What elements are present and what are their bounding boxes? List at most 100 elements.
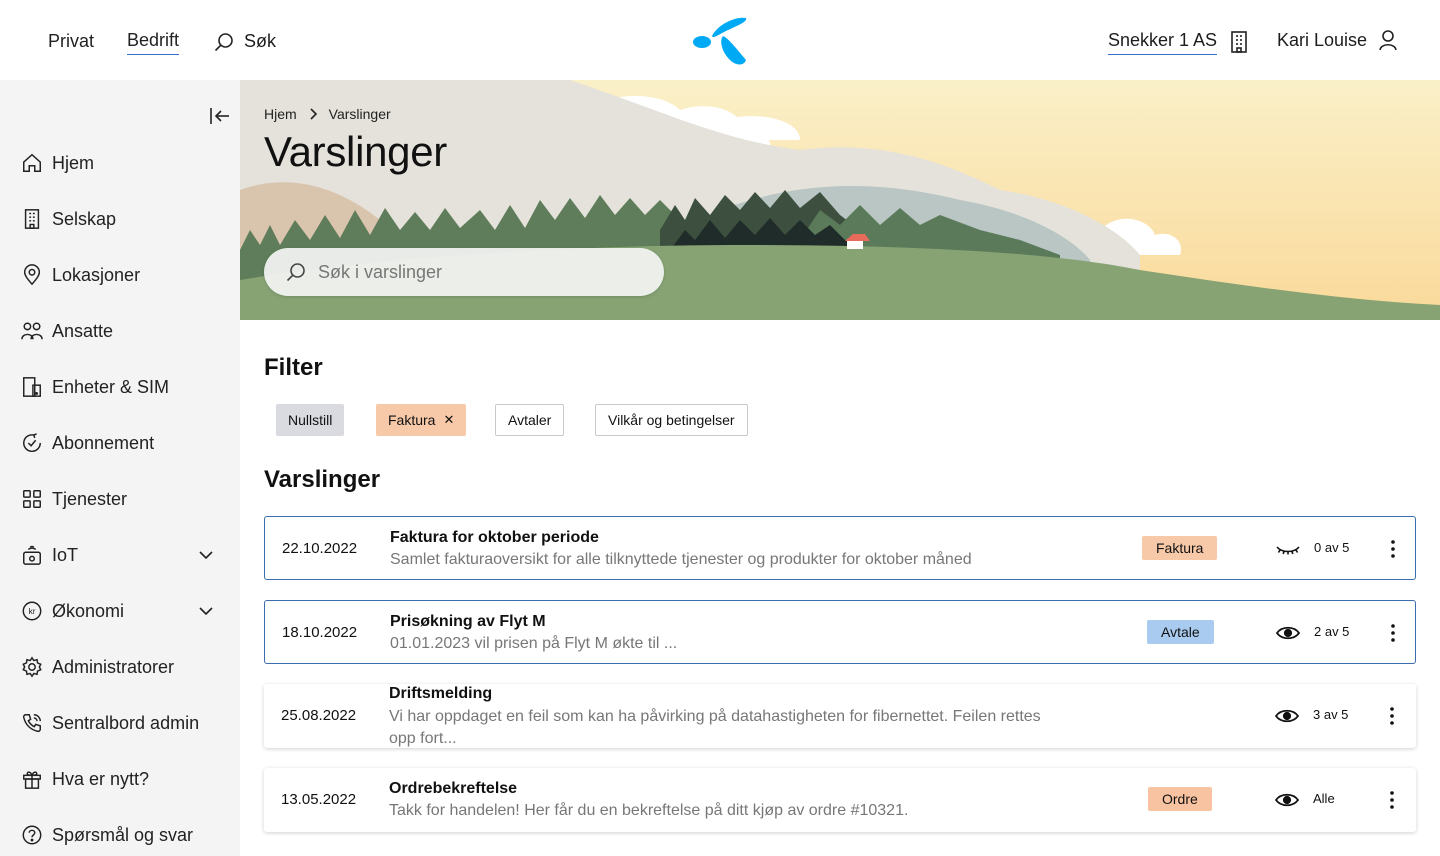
- more-options-icon[interactable]: [1381, 537, 1405, 561]
- sidebar-item-hva-er-nytt[interactable]: Hva er nytt?: [20, 759, 220, 799]
- company-name: Snekker 1 AS: [1108, 28, 1218, 55]
- close-icon[interactable]: ✕: [443, 412, 454, 428]
- gift-icon: [23, 771, 41, 789]
- eye-icon[interactable]: [1274, 788, 1300, 812]
- sidebar-item-hjem[interactable]: Hjem: [20, 143, 220, 183]
- sidebar-item-label: IoT: [52, 544, 79, 565]
- notification-description: Samlet fakturaoversikt for alle tilknytt…: [390, 551, 972, 568]
- notification-tag: Ordre: [1148, 787, 1212, 811]
- sidebar-item-label: Administratorer: [52, 656, 175, 677]
- notification-date: 22.10.2022: [282, 540, 358, 557]
- notification-card[interactable]: 22.10.2022 Faktura for oktober periode S…: [264, 516, 1416, 580]
- sidebar-item-enheter-sim[interactable]: Enheter & SIM: [20, 367, 220, 407]
- sidebar-item-ansatte[interactable]: Ansatte: [20, 311, 220, 351]
- sidebar-item-okonomi[interactable]: kr Økonomi: [20, 591, 220, 631]
- chevron-down-icon[interactable]: [194, 599, 218, 623]
- more-options-icon[interactable]: [1380, 704, 1404, 728]
- devices-icon: [23, 377, 41, 397]
- notification-title: Driftsmelding: [389, 685, 493, 702]
- top-search-label: Søk: [244, 31, 277, 51]
- read-count: Alle: [1313, 791, 1335, 806]
- sidebar-item-label: Lokasjoner: [52, 264, 141, 285]
- sidebar-item-tjenester[interactable]: Tjenester: [20, 479, 220, 519]
- filter-option-avtaler[interactable]: Avtaler: [495, 404, 565, 436]
- gear-icon: [22, 656, 42, 678]
- notification-tag: Avtale: [1147, 620, 1214, 644]
- notification-description: Takk for handelen! Her får du en bekreft…: [389, 802, 909, 819]
- grid-icon: [23, 490, 41, 508]
- filter-chip-label: Faktura: [388, 412, 436, 428]
- top-bar: Privat Bedrift Søk Snekker 1 AS Kari Lou…: [0, 0, 1440, 80]
- page-title: Varslinger: [264, 128, 447, 175]
- nav-privat[interactable]: Privat: [48, 29, 94, 55]
- sidebar-item-label: Spørsmål og svar: [52, 824, 194, 845]
- breadcrumb-home[interactable]: Hjem: [264, 106, 297, 122]
- notification-card[interactable]: 25.08.2022 Driftsmelding Vi har oppdaget…: [264, 684, 1416, 748]
- eye-closed-icon[interactable]: [1275, 537, 1301, 561]
- telia-logo-icon[interactable]: [692, 14, 748, 66]
- filter-heading: Filter: [264, 354, 323, 381]
- notification-description: Vi har oppdaget en feil som kan ha påvir…: [389, 708, 1041, 747]
- sidebar-item-lokasjoner[interactable]: Lokasjoner: [20, 255, 220, 295]
- sidebar-item-administratorer[interactable]: Administratorer: [20, 647, 220, 687]
- sidebar-item-abonnement[interactable]: Abonnement: [20, 423, 220, 463]
- home-icon: [23, 153, 41, 172]
- sidebar-item-label: Hjem: [52, 152, 95, 173]
- user-menu[interactable]: Kari Louise: [1277, 28, 1399, 52]
- sidebar-item-label: Ansatte: [52, 320, 114, 341]
- notification-date: 18.10.2022: [282, 624, 358, 641]
- sidebar-item-label: Hva er nytt?: [52, 768, 150, 789]
- chevron-down-icon[interactable]: [194, 543, 218, 567]
- building-icon: [1231, 30, 1247, 53]
- breadcrumb-current: Varslinger: [328, 106, 391, 122]
- notification-search-input[interactable]: [318, 261, 638, 283]
- notification-card[interactable]: 18.10.2022 Prisøkning av Flyt M 01.01.20…: [264, 600, 1416, 664]
- notification-search[interactable]: [264, 248, 664, 296]
- top-nav: Privat Bedrift Søk: [48, 28, 276, 55]
- company-selector[interactable]: Snekker 1 AS: [1108, 28, 1249, 55]
- breadcrumb: Hjem Varslinger: [264, 106, 391, 122]
- top-search-button[interactable]: Søk: [212, 30, 276, 54]
- notification-tag: Faktura: [1142, 536, 1218, 560]
- read-count: 0 av 5: [1314, 540, 1350, 555]
- filter-reset-button[interactable]: Nullstill: [276, 404, 345, 436]
- eye-icon[interactable]: [1275, 621, 1301, 645]
- more-options-icon[interactable]: [1381, 621, 1405, 645]
- sidebar-item-label: Selskap: [52, 208, 117, 229]
- more-options-icon[interactable]: [1380, 788, 1404, 812]
- user-name: Kari Louise: [1277, 30, 1368, 50]
- sidebar-item-label: Tjenester: [52, 488, 128, 509]
- eye-icon[interactable]: [1274, 704, 1300, 728]
- notifications-heading: Varslinger: [264, 466, 381, 493]
- notification-card[interactable]: 13.05.2022 Ordrebekreftelse Takk for han…: [264, 768, 1416, 832]
- subscription-icon: [23, 433, 41, 453]
- collapse-sidebar-icon[interactable]: [208, 104, 232, 128]
- notification-title: Faktura for oktober periode: [390, 529, 599, 546]
- read-count: 3 av 5: [1313, 707, 1349, 722]
- notification-title: Prisøkning av Flyt M: [390, 613, 546, 630]
- sidebar-item-label: Enheter & SIM: [52, 376, 170, 397]
- search-icon: [214, 32, 233, 51]
- notification-description: 01.01.2023 vil prisen på Flyt M økte til…: [390, 635, 678, 652]
- sidebar-item-label: Abonnement: [52, 432, 155, 453]
- nav-bedrift[interactable]: Bedrift: [127, 28, 180, 55]
- chevron-right-icon: [310, 108, 317, 120]
- sidebar-item-sporsmal-og-svar[interactable]: Spørsmål og svar: [20, 815, 220, 855]
- building-icon: [24, 209, 40, 229]
- read-count: 2 av 5: [1314, 624, 1350, 639]
- hero-banner: Hjem Varslinger Varslinger: [240, 80, 1440, 320]
- question-icon: [22, 825, 42, 845]
- filter-option-vilkar[interactable]: Vilkår og betingelser: [595, 404, 748, 436]
- notification-title: Ordrebekreftelse: [389, 780, 518, 797]
- sidebar-item-iot[interactable]: IoT: [20, 535, 220, 575]
- search-icon: [286, 263, 305, 282]
- filter-chip-faktura[interactable]: Faktura ✕: [376, 404, 467, 436]
- notification-date: 25.08.2022: [281, 707, 357, 724]
- kroner-icon: kr: [22, 601, 42, 621]
- iot-icon: [23, 545, 41, 565]
- sidebar-item-sentralbord-admin[interactable]: Sentralbord admin: [20, 703, 220, 743]
- notification-date: 13.05.2022: [281, 791, 357, 808]
- sidebar-item-selskap[interactable]: Selskap: [20, 199, 220, 239]
- location-pin-icon: [23, 264, 41, 286]
- phone-icon: [22, 714, 41, 733]
